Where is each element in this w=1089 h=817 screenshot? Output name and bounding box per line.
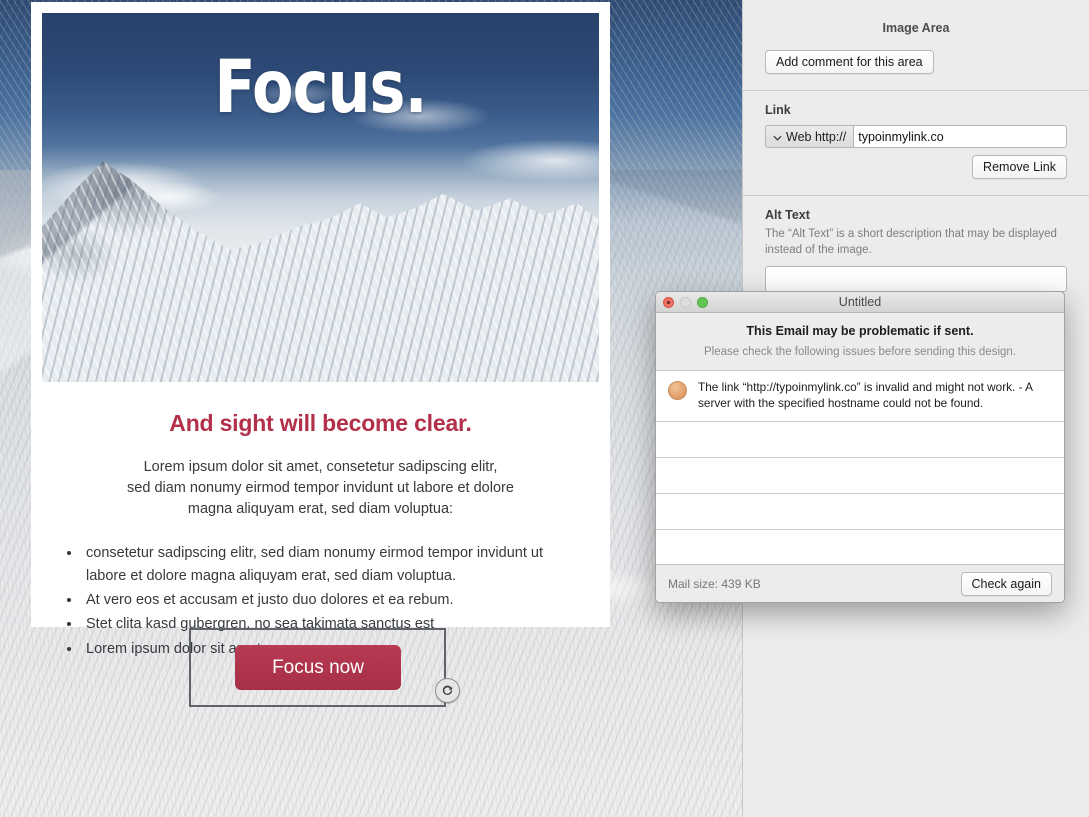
list-item: At vero eos et accusam et justo duo dolo… [82, 589, 577, 611]
rotate-icon[interactable] [435, 678, 460, 703]
issue-row-empty [656, 458, 1064, 494]
alt-text-help: The “Alt Text” is a short description th… [765, 228, 1057, 256]
focus-now-button[interactable]: Focus now [235, 645, 401, 690]
list-item: consetetur sadipscing elitr, sed diam no… [82, 542, 577, 587]
protocol-select[interactable]: Web http:// [765, 125, 854, 148]
protocol-label: Web http:// [786, 129, 847, 144]
alt-text-section-label: Alt Text [765, 208, 810, 222]
issues-list[interactable]: The link “http://typoinmylink.co” is inv… [656, 370, 1064, 564]
issue-row-empty [656, 422, 1064, 458]
link-url-input[interactable] [853, 125, 1067, 148]
dialog-titlebar[interactable]: Untitled [656, 292, 1064, 313]
alt-text-section: Alt Text The “Alt Text” is a short descr… [743, 196, 1089, 293]
issue-row[interactable]: The link “http://typoinmylink.co” is inv… [656, 371, 1064, 422]
issue-row-empty [656, 530, 1064, 564]
link-row: Web http:// [765, 125, 1067, 148]
cta-selection-box[interactable]: Focus now [189, 628, 460, 707]
remove-link-button[interactable]: Remove Link [972, 155, 1067, 179]
dialog-subheading: Please check the following issues before… [704, 346, 1016, 358]
comment-section: Add comment for this area [743, 35, 1089, 74]
intro-line: magna aliquyam erat, sed diam voluptua: [187, 501, 454, 518]
alt-text-input[interactable] [765, 266, 1067, 293]
link-actions: Remove Link [765, 155, 1067, 179]
close-button[interactable] [663, 296, 674, 308]
sub-headline: And sight will become clear. [169, 410, 472, 436]
dialog-footer: Mail size: 439 KB Check again [656, 564, 1064, 602]
email-canvas[interactable]: Focus. And sight will become clear. Lore… [31, 2, 610, 657]
hero-image-area[interactable]: Focus. [42, 13, 599, 382]
issue-text: The link “http://typoinmylink.co” is inv… [698, 380, 1033, 410]
hero-headline: Focus. [214, 45, 427, 130]
mail-size-label: Mail size: 439 KB [668, 576, 761, 591]
link-section: Link Web http:// Remove Link [743, 91, 1089, 179]
intro-line: sed diam nonumy eirmod tempor invidunt u… [127, 480, 514, 497]
email-designer-window: Focus. And sight will become clear. Lore… [0, 0, 1089, 817]
window-controls [663, 296, 708, 308]
email-validation-dialog[interactable]: Untitled This Email may be problematic i… [655, 291, 1065, 603]
add-comment-button[interactable]: Add comment for this area [765, 50, 934, 74]
inspector-title: Image Area [882, 21, 950, 35]
dialog-window-title: Untitled [838, 295, 882, 309]
intro-line: Lorem ipsum dolor sit amet, consetetur s… [143, 459, 498, 475]
check-again-button[interactable]: Check again [960, 571, 1052, 596]
warning-circle-icon [668, 381, 687, 400]
zoom-button[interactable] [697, 296, 708, 308]
dialog-heading: This Email may be problematic if sent. [746, 324, 974, 338]
dialog-header: This Email may be problematic if sent. P… [656, 313, 1064, 370]
issue-row-empty [656, 494, 1064, 530]
minimize-button[interactable] [680, 296, 691, 308]
chevron-down-icon [773, 130, 782, 144]
link-section-label: Link [765, 103, 791, 117]
intro-paragraph: Lorem ipsum dolor sit amet, consetetur s… [64, 457, 577, 520]
